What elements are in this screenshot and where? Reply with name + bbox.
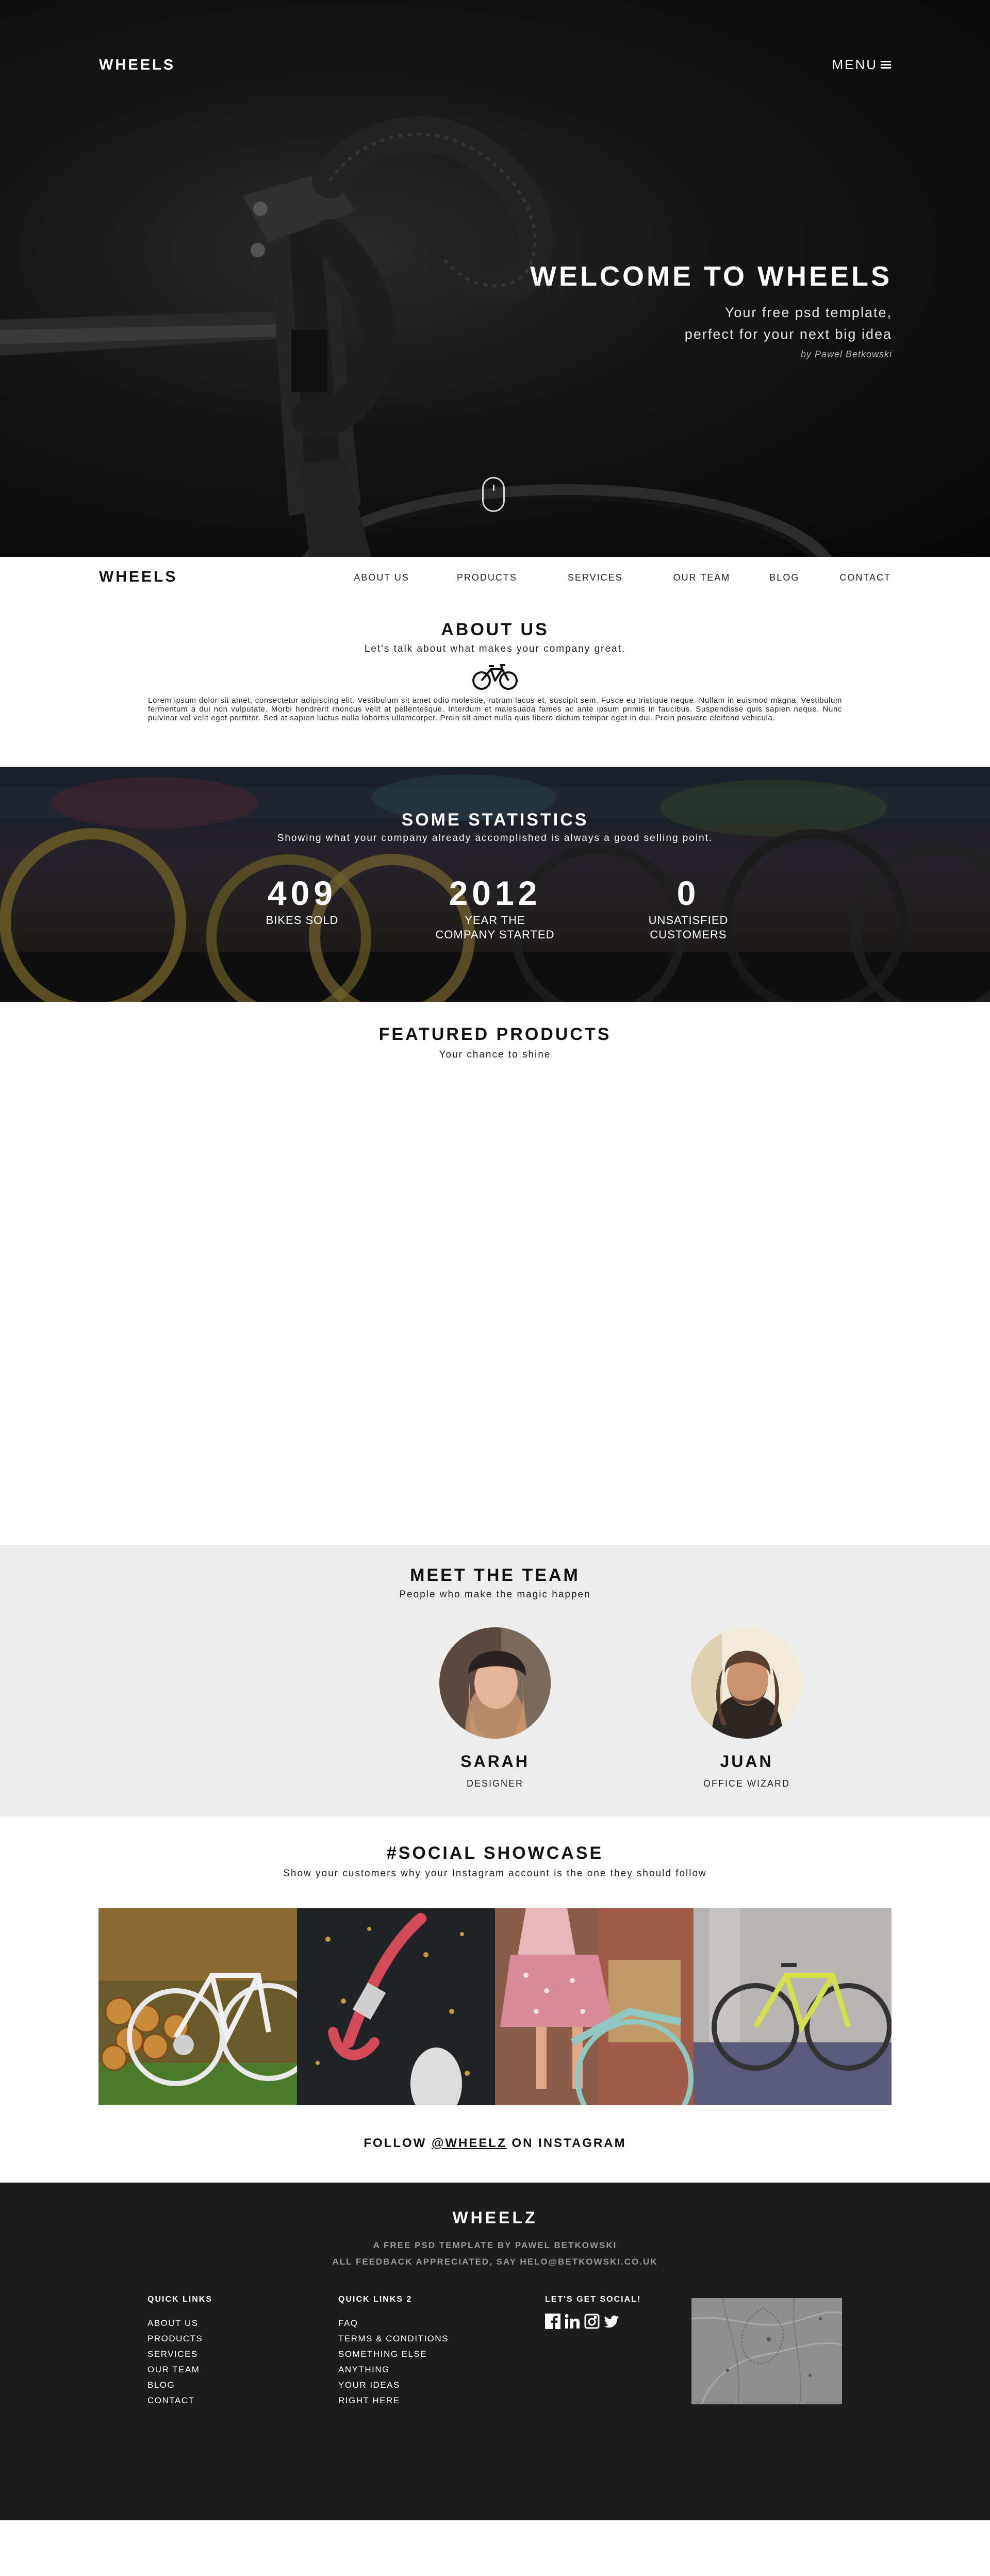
stat-label: BIKES SOLD (266, 914, 339, 927)
about-section: ABOUT US Let's talk about what makes you… (0, 598, 990, 767)
hero-logo[interactable]: WHEELS (99, 57, 175, 74)
footer-link-products[interactable]: PRODUCTS (147, 2331, 212, 2347)
follow-instagram-text: FOLLOW @WHEELZ ON INSTAGRAM (0, 2136, 990, 2151)
avatar[interactable] (439, 1627, 551, 1739)
member-name: SARAH (460, 1752, 530, 1771)
team-member-sarah: SARAH DESIGNER (428, 1627, 562, 1789)
nav-item-services[interactable]: SERVICES (568, 572, 623, 583)
quick-links-column: QUICK LINKS ABOUT US PRODUCTS SERVICES O… (147, 2295, 212, 2408)
instagram-photo-4[interactable] (693, 1908, 892, 2105)
follow-prefix: FOLLOW (364, 2136, 432, 2150)
quick-links-title: QUICK LINKS (147, 2295, 212, 2304)
footer-link-our-team[interactable]: OUR TEAM (147, 2362, 212, 2377)
stat-value: 409 (267, 874, 337, 912)
footer-title: WHEELZ (452, 2208, 538, 2227)
footer-sub-line2: ALL FEEDBACK APPRECIATED, SAY HELO@BETKO… (332, 2257, 658, 2267)
featured-subtitle: Your chance to shine (439, 1049, 551, 1060)
stat-label: UNSATISFIED CUSTOMERS (648, 914, 729, 941)
stat-value: 0 (676, 874, 700, 912)
footer-link-something-else[interactable]: SOMETHING ELSE (338, 2347, 449, 2362)
footer-link-your-ideas[interactable]: YOUR IDEAS (338, 2377, 449, 2393)
instagram-photo-2[interactable] (296, 1908, 495, 2105)
nav-menu: ABOUT US PRODUCTS SERVICES OUR TEAM BLOG… (354, 572, 891, 583)
footer-link-about-us[interactable]: ABOUT US (147, 2316, 212, 2331)
nav-item-contact[interactable]: CONTACT (839, 572, 891, 583)
featured-title: FEATURED PRODUCTS (378, 1025, 612, 1044)
menu-button[interactable]: MENU (832, 57, 891, 73)
instagram-handle-link[interactable]: @WHEELZ (432, 2136, 507, 2150)
stat-bikes-sold: 409 BIKES SOLD (245, 875, 359, 928)
menu-label: MENU (832, 57, 878, 72)
navbar-logo[interactable]: WHEELS (99, 568, 177, 586)
footer-link-services[interactable]: SERVICES (147, 2347, 212, 2362)
nav-item-about-us[interactable]: ABOUT US (354, 572, 409, 583)
team-member-juan: JUAN OFFICE WIZARD (680, 1627, 814, 1789)
hero-subtitle: Your free psd template, perfect for your… (530, 302, 892, 345)
social-showcase-section: #SOCIAL SHOWCASE Show your customers why… (0, 1817, 990, 2183)
hero-text-block: WELCOME TO WHEELS Your free psd template… (530, 260, 892, 360)
stat-label: YEAR THE COMPANY STARTED (435, 914, 555, 941)
social-title: #SOCIAL SHOWCASE (386, 1843, 604, 1863)
quick-links-2-column: QUICK LINKS 2 FAQ TERMS & CONDITIONS SOM… (338, 2295, 449, 2408)
social-column: LET'S GET SOCIAL! (545, 2295, 641, 2329)
social-column-title: LET'S GET SOCIAL! (545, 2295, 641, 2304)
page-bottom-margin (0, 2520, 990, 2576)
about-body-text: Lorem ipsum dolor sit amet, consectetur … (148, 696, 842, 722)
footer-link-right-here[interactable]: RIGHT HERE (338, 2393, 449, 2408)
nav-item-blog[interactable]: BLOG (769, 572, 799, 583)
footer-link-terms[interactable]: TERMS & CONDITIONS (338, 2331, 449, 2347)
instagram-icon[interactable] (584, 2314, 600, 2329)
instagram-grid (98, 1908, 892, 2105)
bicycle-icon (472, 664, 518, 690)
twitter-icon[interactable] (604, 2314, 619, 2329)
stats-subtitle: Showing what your company already accomp… (277, 833, 713, 844)
footer-subtitle: A FREE PSD TEMPLATE BY PAWEL BETKOWSKI A… (0, 2237, 990, 2270)
stat-year-started: 2012 YEAR THE COMPANY STARTED (418, 875, 572, 942)
footer-link-contact[interactable]: CONTACT (147, 2393, 212, 2408)
featured-products-section: FEATURED PRODUCTS Your chance to shine (0, 1002, 990, 1545)
team-subtitle: People who make the magic happen (399, 1589, 591, 1600)
about-title: ABOUT US (441, 620, 549, 639)
footer: WHEELZ A FREE PSD TEMPLATE BY PAWEL BETK… (0, 2183, 990, 2520)
follow-suffix: ON INSTAGRAM (506, 2136, 626, 2150)
main-navbar: WHEELS ABOUT US PRODUCTS SERVICES OUR TE… (0, 557, 990, 598)
nav-item-products[interactable]: PRODUCTS (457, 572, 517, 583)
social-icons (545, 2314, 641, 2329)
hero-subtitle-line1: Your free psd template, (724, 305, 892, 320)
footer-sub-line1: A FREE PSD TEMPLATE BY PAWEL BETKOWSKI (373, 2240, 617, 2250)
member-role: DESIGNER (466, 1778, 524, 1789)
stat-unsatisfied-customers: 0 UNSATISFIED CUSTOMERS (624, 875, 753, 942)
hero-section: WHEELS MENU WELCOME TO WHEELS Your free … (0, 0, 990, 557)
stat-value: 2012 (449, 874, 541, 912)
team-section: MEET THE TEAM People who make the magic … (0, 1545, 990, 1817)
hero-credit: by Pawel Betkowski (800, 349, 892, 359)
social-subtitle: Show your customers why your Instagram a… (283, 1868, 707, 1879)
footer-link-faq[interactable]: FAQ (338, 2316, 449, 2331)
statistics-section: SOME STATISTICS Showing what your compan… (0, 767, 990, 1002)
stats-title: SOME STATISTICS (401, 810, 589, 830)
footer-link-blog[interactable]: BLOG (147, 2377, 212, 2393)
scroll-down-icon[interactable] (482, 477, 505, 512)
avatar[interactable] (691, 1627, 802, 1739)
about-subtitle: Let's talk about what makes your company… (364, 643, 626, 654)
hero-subtitle-line2: perfect for your next big idea (684, 326, 892, 342)
member-name: JUAN (720, 1752, 773, 1771)
instagram-photo-1[interactable] (98, 1908, 297, 2105)
quick-links-2-title: QUICK LINKS 2 (338, 2295, 412, 2304)
facebook-icon[interactable] (545, 2314, 560, 2329)
member-role: OFFICE WIZARD (703, 1778, 790, 1789)
location-map[interactable] (691, 2298, 842, 2404)
hamburger-icon (881, 60, 891, 69)
footer-link-anything[interactable]: ANYTHING (338, 2362, 449, 2377)
linkedin-icon[interactable] (565, 2314, 580, 2329)
nav-item-our-team[interactable]: OUR TEAM (673, 572, 731, 583)
hero-title: WELCOME TO WHEELS (530, 261, 892, 292)
instagram-photo-3[interactable] (495, 1908, 694, 2105)
team-title: MEET THE TEAM (410, 1565, 580, 1585)
